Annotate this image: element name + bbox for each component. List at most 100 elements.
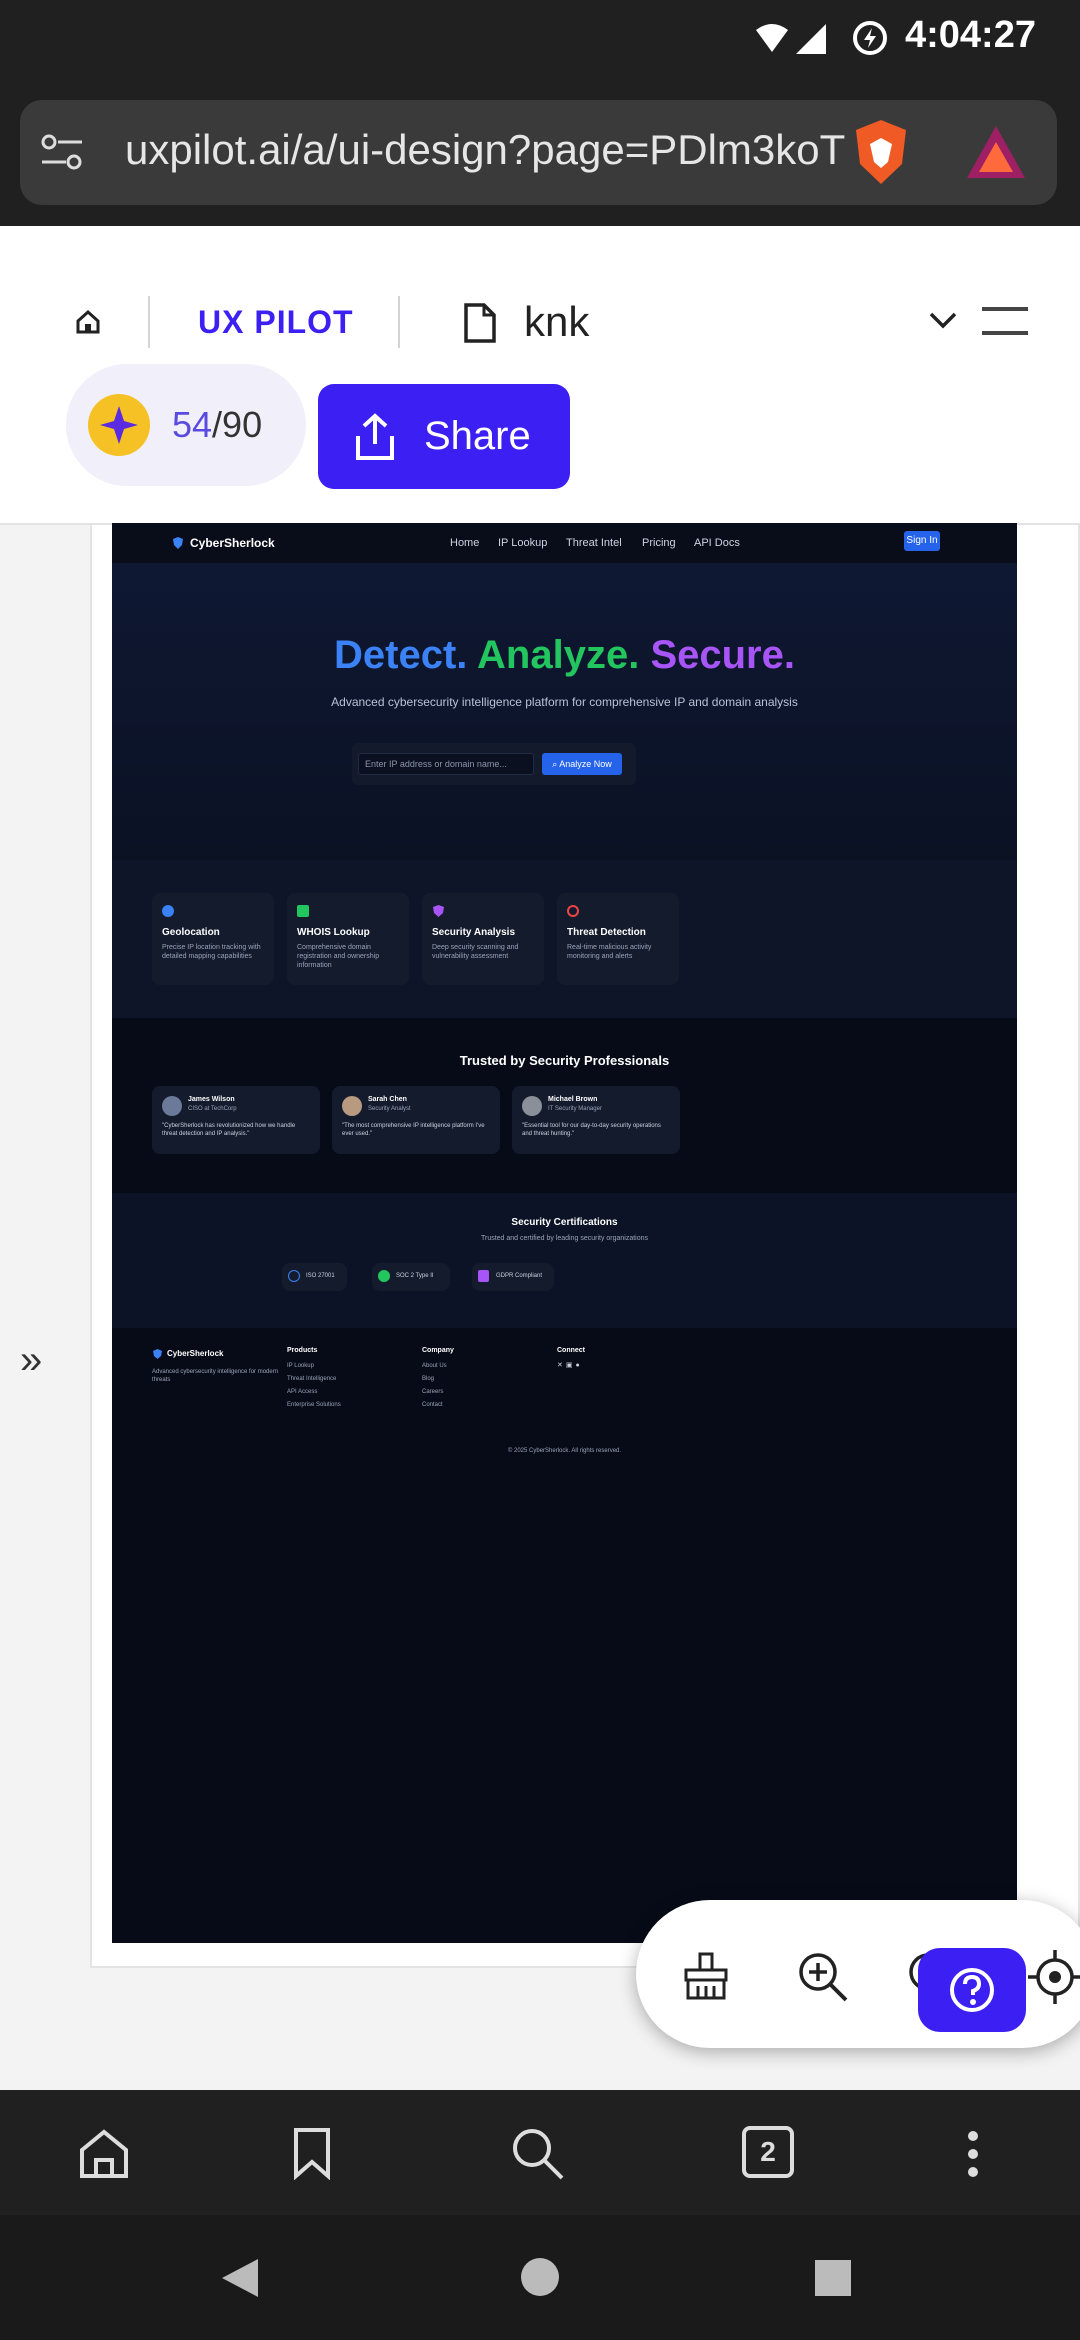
feature-title: Threat Detection xyxy=(567,927,646,938)
avatar xyxy=(162,1096,182,1116)
testimonial-name: Sarah Chen xyxy=(368,1096,407,1103)
testimonial-role: IT Security Manager xyxy=(548,1106,602,1112)
feature-title: Geolocation xyxy=(162,927,220,938)
testimonial-card: Michael Brown IT Security Manager "Essen… xyxy=(512,1086,680,1154)
design-nav-pricing[interactable]: Pricing xyxy=(642,537,676,549)
shield-icon xyxy=(433,905,444,917)
zoom-in-icon[interactable] xyxy=(796,1950,850,2004)
browser-bottom-nav: 2 xyxy=(0,2090,1080,2215)
home-circle-icon[interactable] xyxy=(520,2257,560,2297)
feature-card[interactable]: WHOIS Lookup Comprehensive domain regist… xyxy=(287,893,409,985)
footer-link[interactable]: About Us xyxy=(422,1363,447,1369)
credits-star-icon xyxy=(88,394,150,456)
system-navigation-bar xyxy=(0,2215,1080,2340)
footer-products-title: Products xyxy=(287,1347,318,1354)
testimonial-quote: "CyberSherlock has revolutionized how we… xyxy=(162,1123,296,1137)
file-icon xyxy=(464,303,496,343)
brave-rewards-icon[interactable] xyxy=(965,124,1027,180)
design-cert-subtitle: Trusted and certified by leading securit… xyxy=(480,1235,649,1242)
design-nav-api-docs[interactable]: API Docs xyxy=(694,537,740,549)
design-cert-title: Security Certifications xyxy=(511,1217,618,1228)
shield-logo-icon xyxy=(173,537,183,549)
testimonial-name: Michael Brown xyxy=(548,1096,598,1103)
help-button[interactable] xyxy=(918,1948,1026,2032)
site-settings-icon[interactable] xyxy=(40,130,84,174)
footer-company-title: Company xyxy=(422,1347,454,1354)
share-label: Share xyxy=(424,414,531,458)
testimonial-name: James Wilson xyxy=(188,1096,235,1103)
globe-icon xyxy=(162,905,174,917)
shield-logo-icon xyxy=(153,1349,162,1359)
design-hero-title: Detect. Analyze. Secure. xyxy=(334,633,795,677)
url-bar[interactable]: uxpilot.ai/a/ui-design?page=PDlm3koT xyxy=(20,100,1057,205)
feature-title: WHOIS Lookup xyxy=(297,927,370,938)
tabs-button[interactable]: 2 xyxy=(742,2126,794,2178)
design-trusted-title: Trusted by Security Professionals xyxy=(459,1053,670,1068)
more-options-icon[interactable] xyxy=(965,2128,981,2180)
share-button[interactable]: Share xyxy=(318,384,570,489)
file-name[interactable]: knk xyxy=(524,298,589,346)
bug-icon xyxy=(567,905,579,917)
lock-icon xyxy=(478,1270,489,1282)
cert-badge: GDPR Compliant xyxy=(472,1263,554,1291)
cert-label: SOC 2 Type II xyxy=(396,1273,434,1279)
back-icon[interactable] xyxy=(218,2257,260,2299)
help-icon xyxy=(950,1968,994,2012)
ux-pilot-logo[interactable]: UX PILOT xyxy=(198,304,354,341)
design-footer xyxy=(112,1328,1017,1943)
feature-desc: Deep security scanning and vulnerability… xyxy=(432,944,519,960)
design-brand: CyberSherlock xyxy=(190,536,275,550)
design-certifications-section xyxy=(112,1193,1017,1328)
design-nav-threat-intel[interactable]: Threat Intel xyxy=(566,537,622,549)
design-preview[interactable]: CyberSherlock Home IP Lookup Threat Inte… xyxy=(112,523,1017,1943)
social-icons[interactable]: ✕▣● xyxy=(557,1361,583,1369)
clean-brush-icon[interactable] xyxy=(680,1950,732,2002)
recents-icon[interactable] xyxy=(814,2259,852,2297)
testimonial-role: CISO at TechCorp xyxy=(188,1106,237,1112)
testimonial-quote: "The most comprehensive IP intelligence … xyxy=(342,1123,485,1137)
brave-shields-icon[interactable] xyxy=(850,118,912,186)
testimonial-card: James Wilson CISO at TechCorp "CyberSher… xyxy=(152,1086,320,1154)
feature-card[interactable]: Threat Detection Real-time malicious act… xyxy=(557,893,679,985)
feature-desc: Comprehensive domain registration and ow… xyxy=(297,944,380,969)
footer-link[interactable]: API Access xyxy=(287,1389,317,1395)
design-signin-button[interactable]: Sign In xyxy=(904,531,940,551)
design-search-input[interactable]: Enter IP address or domain name... xyxy=(358,753,534,775)
feature-card[interactable]: Geolocation Precise IP location tracking… xyxy=(152,893,274,985)
expand-sidebar-icon[interactable]: » xyxy=(20,1338,42,1383)
footer-brand: CyberSherlock xyxy=(167,1349,224,1358)
testimonial-role: Security Analyst xyxy=(368,1106,411,1112)
footer-link[interactable]: Threat Intelligence xyxy=(287,1376,336,1382)
footer-tagline: Advanced cybersecurity intelligence for … xyxy=(152,1369,279,1383)
share-icon xyxy=(356,413,394,460)
footer-link[interactable]: Blog xyxy=(422,1376,434,1382)
clock: 4:04:27 xyxy=(905,14,1036,56)
cert-icon xyxy=(288,1270,300,1282)
menu-icon[interactable] xyxy=(980,304,1030,338)
home-icon[interactable] xyxy=(74,308,102,336)
home-icon[interactable] xyxy=(78,2128,130,2180)
design-analyze-button[interactable]: ⌕ Analyze Now xyxy=(542,753,622,775)
footer-link[interactable]: Contact xyxy=(422,1402,443,1408)
design-nav-ip-lookup[interactable]: IP Lookup xyxy=(498,537,547,549)
footer-link[interactable]: IP Lookup xyxy=(287,1363,314,1369)
design-nav-home[interactable]: Home xyxy=(450,537,479,549)
avatar xyxy=(522,1096,542,1116)
url-text[interactable]: uxpilot.ai/a/ui-design?page=PDlm3koT xyxy=(125,126,845,174)
database-icon xyxy=(297,905,309,917)
chevron-down-icon[interactable] xyxy=(928,310,958,330)
footer-copyright: © 2025 CyberSherlock. All rights reserve… xyxy=(507,1448,622,1454)
avatar xyxy=(342,1096,362,1116)
credits-count: 54/90 xyxy=(172,404,263,445)
cert-label: ISO 27001 xyxy=(306,1273,335,1279)
feature-card[interactable]: Security Analysis Deep security scanning… xyxy=(422,893,544,985)
footer-link[interactable]: Careers xyxy=(422,1389,443,1395)
credits-pill[interactable]: 54/90 xyxy=(66,364,306,486)
cert-badge: SOC 2 Type II xyxy=(372,1263,450,1291)
footer-link[interactable]: Enterprise Solutions xyxy=(287,1402,341,1408)
locate-icon[interactable] xyxy=(1028,1950,1080,2004)
design-nav: CyberSherlock Home IP Lookup Threat Inte… xyxy=(112,523,1017,563)
search-icon[interactable] xyxy=(510,2126,566,2182)
bookmark-icon[interactable] xyxy=(292,2126,332,2180)
wifi-signal-icon xyxy=(756,24,826,54)
